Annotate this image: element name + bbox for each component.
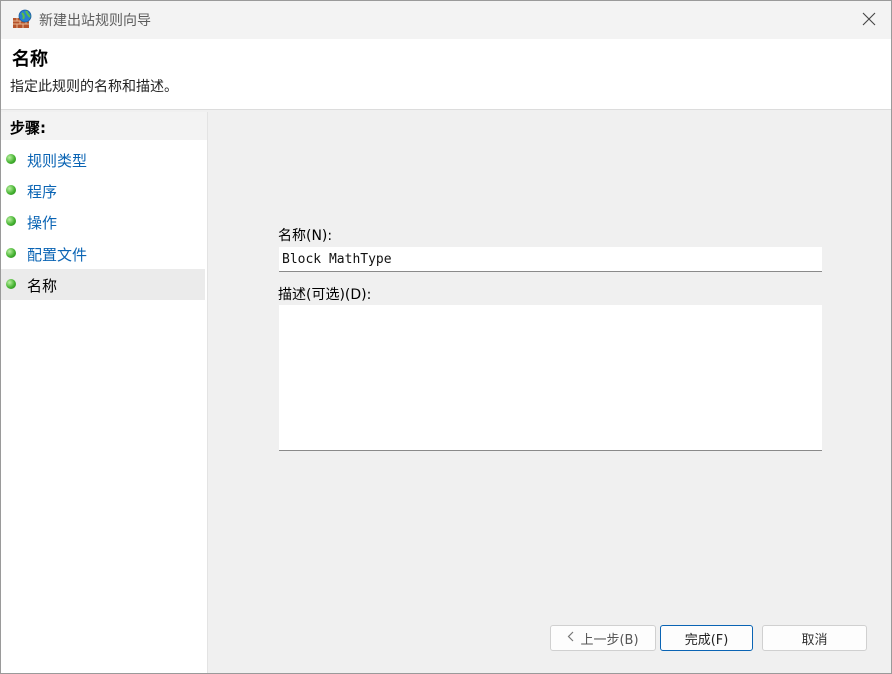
chevron-left-icon: [567, 631, 574, 646]
cancel-button-label: 取消: [801, 632, 828, 648]
name-input[interactable]: [279, 247, 822, 272]
back-button-label: 上一步(B): [580, 632, 639, 648]
finish-button[interactable]: 完成(F): [660, 625, 753, 651]
step-item-name[interactable]: 名称: [1, 269, 205, 300]
step-status-dot-icon: [6, 185, 16, 195]
content-panel: 名称(N): 描述(可选)(D): 上一步(B) 完成(F) 取消: [210, 112, 891, 673]
finish-button-label: 完成(F): [684, 632, 729, 648]
back-button[interactable]: 上一步(B): [550, 625, 656, 651]
page-title: 名称: [12, 49, 48, 70]
steps-panel: 步骤: 规则类型 程序 操作 配置文件 名称: [1, 112, 208, 673]
step-item-label: 操作: [27, 214, 58, 232]
step-item-action[interactable]: 操作: [1, 206, 205, 237]
window-title: 新建出站规则向导: [39, 13, 151, 29]
step-item-rule-type[interactable]: 规则类型: [1, 144, 205, 175]
firewall-app-icon: [12, 9, 34, 29]
step-status-dot-icon: [6, 248, 16, 258]
description-label: 描述(可选)(D):: [278, 287, 372, 303]
step-item-label: 规则类型: [27, 152, 88, 170]
step-item-label: 名称: [27, 277, 58, 295]
description-textarea[interactable]: [279, 305, 822, 451]
step-item-label: 程序: [27, 183, 58, 201]
page-header: 名称 指定此规则的名称和描述。: [1, 39, 891, 110]
page-description: 指定此规则的名称和描述。: [10, 79, 178, 95]
step-item-profile[interactable]: 配置文件: [1, 238, 205, 269]
close-button[interactable]: [847, 1, 891, 39]
steps-title: 步骤:: [10, 119, 46, 137]
step-status-dot-icon: [6, 279, 16, 289]
name-label: 名称(N):: [278, 228, 333, 244]
cancel-button[interactable]: 取消: [762, 625, 867, 651]
close-icon: [862, 11, 876, 30]
step-status-dot-icon: [6, 154, 16, 164]
step-item-label: 配置文件: [27, 246, 88, 264]
title-bar[interactable]: 新建出站规则向导: [1, 1, 891, 39]
steps-header: 步骤:: [1, 112, 207, 140]
wizard-window: 新建出站规则向导 名称 指定此规则的名称和描述。 步骤: 规则类型 程序 操作: [0, 0, 892, 674]
step-status-dot-icon: [6, 216, 16, 226]
step-item-program[interactable]: 程序: [1, 175, 205, 206]
